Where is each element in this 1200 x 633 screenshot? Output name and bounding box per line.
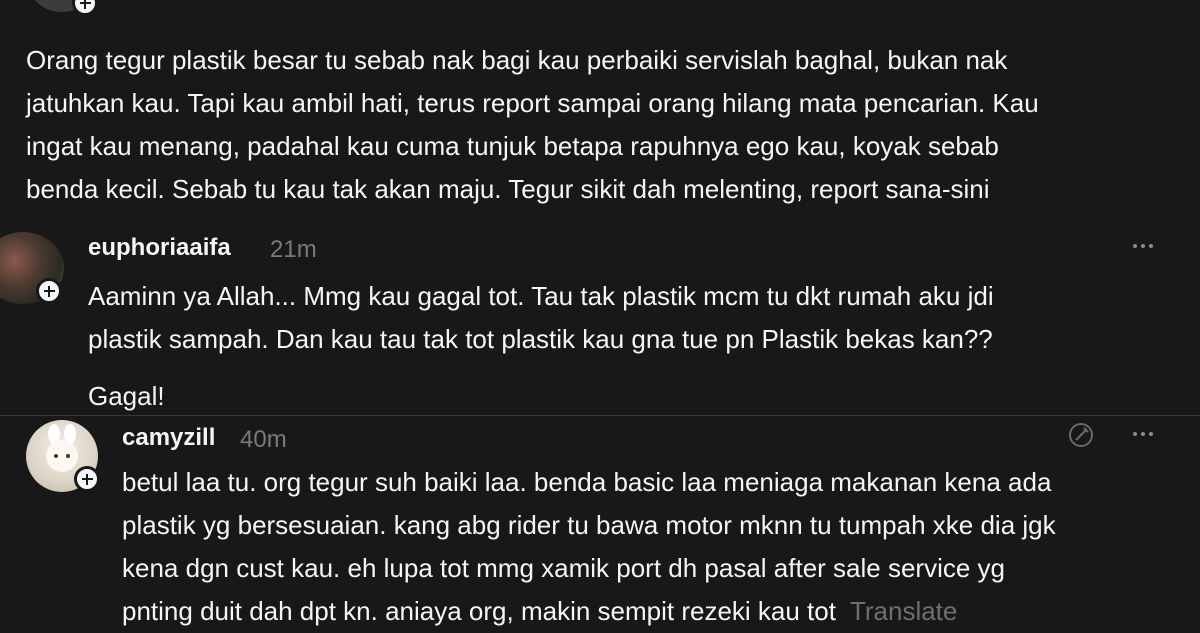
parent-post-text: Orang tegur plastik besar tu sebab nak b…	[26, 45, 1039, 204]
follow-add-icon[interactable]	[36, 278, 62, 304]
parent-post: Orang tegur plastik besar tu sebab nak b…	[0, 0, 1200, 415]
more-horizontal-icon[interactable]	[1133, 432, 1153, 436]
reply-text: Aaminn ya Allah... Mmg kau gagal tot. Ta…	[88, 281, 994, 354]
timestamp: 40m	[240, 426, 287, 453]
translate-link[interactable]: Translate	[850, 596, 957, 626]
timestamp: 21m	[270, 236, 317, 263]
reply-text: betul laa tu. org tegur suh baiki laa. b…	[122, 461, 1192, 633]
username-euphoriaaifa[interactable]: euphoriaaifa	[88, 234, 231, 262]
reply-text-2: Gagal!	[88, 381, 165, 411]
follow-add-icon[interactable]	[72, 0, 98, 16]
follow-add-icon[interactable]	[74, 466, 100, 492]
reply-post: camyzill 40m betul laa tu. org tegur suh…	[0, 415, 1200, 629]
username-camyzill[interactable]: camyzill	[122, 424, 215, 452]
more-horizontal-icon[interactable]	[1133, 244, 1153, 248]
edit-off-icon[interactable]	[1066, 420, 1096, 450]
